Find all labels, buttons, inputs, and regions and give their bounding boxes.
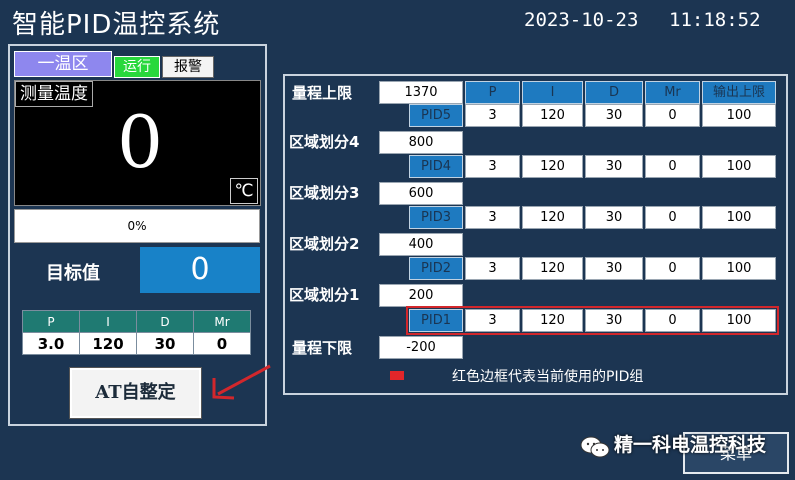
- watermark-text: 精一科电温控科技: [614, 434, 767, 456]
- zone-tab[interactable]: 一温区: [14, 51, 112, 77]
- celsius-unit: ℃: [230, 178, 258, 204]
- pid-header-p: P: [22, 310, 80, 333]
- division-3-label: 区域划分3: [289, 184, 360, 202]
- pointer-arrow-icon: [212, 364, 271, 400]
- alarm-status-indicator: 报警: [162, 56, 214, 78]
- pid3-d-input[interactable]: 30: [585, 206, 643, 229]
- pid-header-i: I: [79, 310, 137, 333]
- target-label: 目标值: [46, 263, 100, 284]
- time-display: 11:18:52: [669, 9, 761, 31]
- app-title: 智能PID温控系统: [12, 10, 221, 40]
- pid1-p-input[interactable]: 3: [465, 309, 520, 332]
- col-header-p: P: [465, 81, 520, 104]
- pid-header-d: D: [136, 310, 194, 333]
- range-lower-label: 量程下限: [292, 339, 353, 357]
- chat-icon: [580, 436, 610, 458]
- progress-text: 0%: [127, 219, 147, 233]
- pid3-mr-input[interactable]: 0: [645, 206, 700, 229]
- pid4-i-input[interactable]: 120: [522, 155, 583, 178]
- pid-value-d: 30: [136, 332, 194, 355]
- col-header-i: I: [522, 81, 583, 104]
- measured-temperature: 0: [117, 100, 163, 184]
- pid3-output-input[interactable]: 100: [702, 206, 776, 229]
- date-display: 2023-10-23: [524, 9, 639, 31]
- division-1-label: 区域划分1: [289, 286, 360, 304]
- pid2-i-input[interactable]: 120: [522, 257, 583, 280]
- pid2-d-input[interactable]: 30: [585, 257, 643, 280]
- col-header-d: D: [585, 81, 643, 104]
- pid5-output-input[interactable]: 100: [702, 104, 776, 127]
- legend-text: 红色边框代表当前使用的PID组: [452, 369, 644, 385]
- range-lower-input[interactable]: -200: [379, 336, 463, 359]
- pid1-i-input[interactable]: 120: [522, 309, 583, 332]
- division-4-input[interactable]: 800: [379, 131, 463, 154]
- autotune-button[interactable]: AT自整定: [69, 367, 202, 419]
- pid-value-p: 3.0: [22, 332, 80, 355]
- pid-group-name: PID3: [409, 206, 463, 229]
- pid5-mr-input[interactable]: 0: [645, 104, 700, 127]
- target-value-input[interactable]: 0: [140, 247, 260, 293]
- division-2-input[interactable]: 400: [379, 233, 463, 256]
- pid1-mr-input[interactable]: 0: [645, 309, 700, 332]
- pid-group-name: PID2: [409, 257, 463, 280]
- range-upper-input[interactable]: 1370: [379, 81, 463, 104]
- pid-group-name: PID4: [409, 155, 463, 178]
- pid3-p-input[interactable]: 3: [465, 206, 520, 229]
- pid1-d-input[interactable]: 30: [585, 309, 643, 332]
- pid1-output-input[interactable]: 100: [702, 309, 776, 332]
- pid2-p-input[interactable]: 3: [465, 257, 520, 280]
- col-header-output-limit: 输出上限: [702, 81, 776, 104]
- division-1-input[interactable]: 200: [379, 284, 463, 307]
- pid4-mr-input[interactable]: 0: [645, 155, 700, 178]
- legend-swatch: [390, 371, 404, 380]
- division-2-label: 区域划分2: [289, 235, 360, 253]
- pid4-output-input[interactable]: 100: [702, 155, 776, 178]
- output-progress-bar: 0%: [14, 209, 260, 243]
- pid4-d-input[interactable]: 30: [585, 155, 643, 178]
- col-header-mr: Mr: [645, 81, 700, 104]
- pid4-p-input[interactable]: 3: [465, 155, 520, 178]
- pid5-i-input[interactable]: 120: [522, 104, 583, 127]
- pid-value-mr: 0: [193, 332, 251, 355]
- pid-group-name: PID5: [409, 104, 463, 127]
- division-3-input[interactable]: 600: [379, 182, 463, 205]
- division-4-label: 区域划分4: [289, 133, 360, 151]
- range-upper-label: 量程上限: [292, 84, 353, 102]
- pid-group-name: PID1: [409, 309, 463, 332]
- pid-value-i: 120: [79, 332, 137, 355]
- pid5-p-input[interactable]: 3: [465, 104, 520, 127]
- pid5-d-input[interactable]: 30: [585, 104, 643, 127]
- pid2-mr-input[interactable]: 0: [645, 257, 700, 280]
- pid-header-mr: Mr: [193, 310, 251, 333]
- current-pid-table: P I D Mr 3.0 120 30 0: [22, 310, 251, 355]
- run-status-indicator: 运行: [114, 56, 160, 78]
- pid3-i-input[interactable]: 120: [522, 206, 583, 229]
- pid2-output-input[interactable]: 100: [702, 257, 776, 280]
